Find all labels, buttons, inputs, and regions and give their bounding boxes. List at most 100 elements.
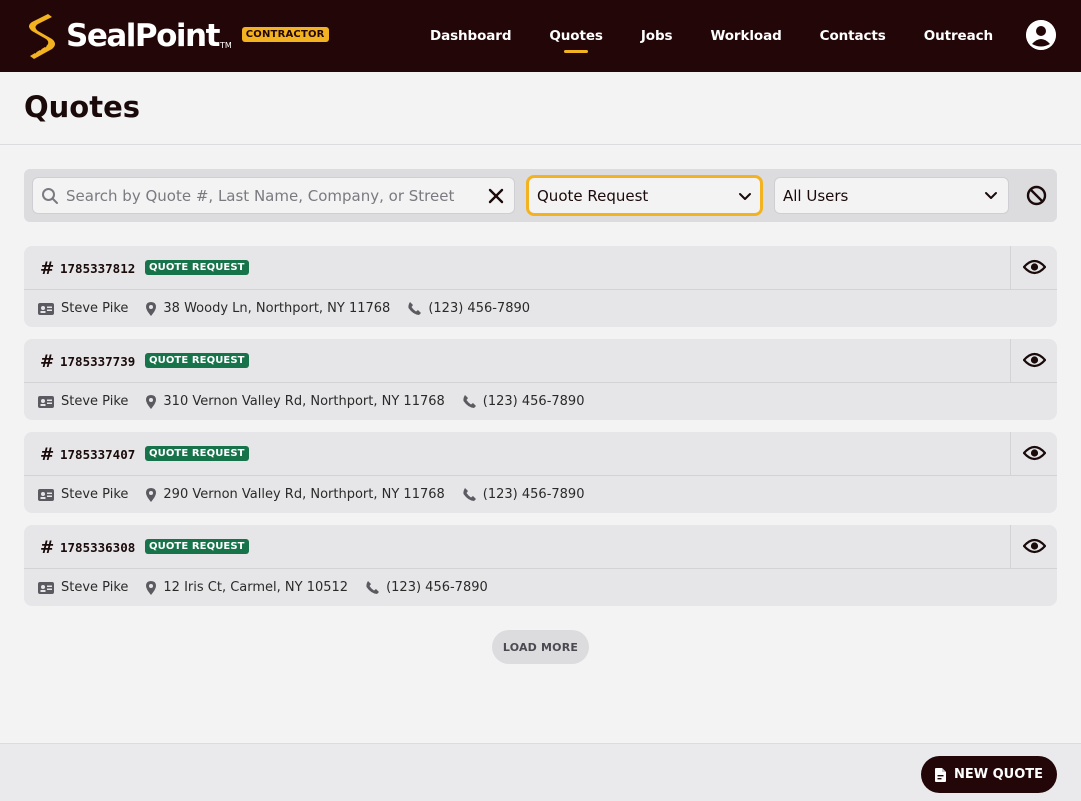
contact-phone: (123) 456-7890 — [408, 301, 530, 316]
contact-phone: (123) 456-7890 — [366, 580, 488, 595]
search-input[interactable] — [66, 186, 476, 205]
contact-address: 310 Vernon Valley Rd, Northport, NY 1176… — [146, 394, 445, 409]
contact-phone-text: (123) 456-7890 — [428, 301, 531, 316]
quote-card-header: # 1785337739 QUOTE REQUEST — [24, 339, 1057, 383]
contact-address: 12 Iris Ct, Carmel, NY 10512 — [146, 580, 348, 595]
search-box — [32, 177, 515, 214]
new-quote-label: NEW QUOTE — [953, 767, 1044, 782]
quote-number[interactable]: 1785336308 — [60, 540, 135, 555]
quote-card[interactable]: # 1785337407 QUOTE REQUEST Steve Pike 29… — [24, 432, 1057, 513]
quote-card-details: Steve Pike 12 Iris Ct, Carmel, NY 10512 … — [24, 569, 1057, 606]
quote-card[interactable]: # 1785337812 QUOTE REQUEST Steve Pike 38… — [24, 246, 1057, 327]
eye-icon — [1023, 445, 1046, 461]
nav-contacts[interactable]: Contacts — [820, 28, 886, 44]
reset-filters-icon[interactable] — [1026, 185, 1047, 206]
status-badge: QUOTE REQUEST — [145, 353, 249, 368]
status-filter-select[interactable]: Quote Request — [526, 175, 763, 216]
view-quote-button[interactable] — [1010, 246, 1057, 290]
chevron-down-icon — [985, 192, 997, 199]
user-filter-value: All Users — [783, 186, 849, 205]
status-badge: QUOTE REQUEST — [145, 446, 249, 461]
filter-bar: Quote Request All Users — [24, 169, 1057, 222]
map-pin-icon — [146, 394, 157, 409]
nav-jobs[interactable]: Jobs — [641, 28, 673, 44]
main-nav: Dashboard Quotes Jobs Workload Contacts … — [392, 0, 993, 72]
contact-name: Steve Pike — [38, 394, 128, 409]
hash-icon: # — [40, 259, 55, 279]
phone-icon — [463, 488, 476, 501]
nav-quotes[interactable]: Quotes — [549, 28, 603, 53]
id-card-icon — [38, 581, 54, 594]
id-card-icon — [38, 395, 54, 408]
contact-address-text: 12 Iris Ct, Carmel, NY 10512 — [163, 580, 349, 595]
brand-name: SealPoint — [66, 18, 220, 54]
contact-address-text: 290 Vernon Valley Rd, Northport, NY 1176… — [163, 487, 445, 502]
status-badge: QUOTE REQUEST — [145, 539, 249, 554]
quote-card-details: Steve Pike 38 Woody Ln, Northport, NY 11… — [24, 290, 1057, 327]
contact-address-text: 38 Woody Ln, Northport, NY 11768 — [163, 301, 391, 316]
page-header: Quotes — [0, 72, 1081, 145]
load-more-button[interactable]: LOAD MORE — [492, 630, 589, 664]
contact-name-text: Steve Pike — [61, 394, 129, 409]
eye-icon — [1023, 259, 1046, 275]
contact-phone: (123) 456-7890 — [463, 487, 584, 502]
contact-address: 290 Vernon Valley Rd, Northport, NY 1176… — [146, 487, 445, 502]
quote-card-details: Steve Pike 310 Vernon Valley Rd, Northpo… — [24, 383, 1057, 420]
quote-card-header: # 1785336308 QUOTE REQUEST — [24, 525, 1057, 569]
contact-name-text: Steve Pike — [61, 580, 129, 595]
search-icon — [42, 187, 58, 204]
nav-outreach[interactable]: Outreach — [924, 28, 993, 44]
nav-workload[interactable]: Workload — [710, 28, 781, 44]
quote-card-header: # 1785337407 QUOTE REQUEST — [24, 432, 1057, 476]
contact-address: 38 Woody Ln, Northport, NY 11768 — [146, 301, 390, 316]
quote-card[interactable]: # 1785337739 QUOTE REQUEST Steve Pike 31… — [24, 339, 1057, 420]
chevron-down-icon — [739, 193, 751, 200]
user-circle-icon — [1026, 20, 1056, 50]
top-navbar: SealPoint TM CONTRACTOR Dashboard Quotes… — [0, 0, 1081, 72]
id-card-icon — [38, 302, 54, 315]
new-quote-button[interactable]: NEW QUOTE — [921, 756, 1057, 793]
status-filter-value: Quote Request — [537, 186, 649, 205]
contact-name-text: Steve Pike — [61, 487, 129, 502]
status-badge: QUOTE REQUEST — [145, 260, 249, 275]
quote-card-header: # 1785337812 QUOTE REQUEST — [24, 246, 1057, 290]
phone-icon — [408, 302, 422, 315]
sealpoint-logo-icon — [29, 14, 55, 59]
clear-search-icon[interactable] — [488, 188, 504, 204]
file-icon — [934, 767, 946, 782]
quote-number[interactable]: 1785337812 — [60, 261, 135, 276]
hash-icon: # — [40, 445, 55, 465]
page-title: Quotes — [24, 90, 141, 124]
phone-icon — [463, 395, 476, 408]
phone-icon — [366, 581, 380, 594]
quote-card[interactable]: # 1785336308 QUOTE REQUEST Steve Pike 12… — [24, 525, 1057, 606]
hash-icon: # — [40, 538, 55, 558]
quote-card-details: Steve Pike 290 Vernon Valley Rd, Northpo… — [24, 476, 1057, 513]
contractor-badge: CONTRACTOR — [241, 26, 329, 42]
quote-number[interactable]: 1785337739 — [60, 354, 135, 369]
view-quote-button[interactable] — [1010, 339, 1057, 383]
nav-dashboard[interactable]: Dashboard — [430, 28, 512, 44]
contact-phone-text: (123) 456-7890 — [386, 580, 488, 595]
quote-number[interactable]: 1785337407 — [60, 447, 135, 462]
view-quote-button[interactable] — [1010, 432, 1057, 476]
contact-address-text: 310 Vernon Valley Rd, Northport, NY 1176… — [163, 394, 445, 409]
brand-logo[interactable]: SealPoint TM CONTRACTOR — [24, 12, 329, 60]
brand-trademark: TM — [219, 41, 232, 50]
contact-name: Steve Pike — [38, 580, 128, 595]
eye-icon — [1023, 538, 1046, 554]
eye-icon — [1023, 352, 1046, 368]
id-card-icon — [38, 488, 54, 501]
user-filter-select[interactable]: All Users — [774, 177, 1009, 214]
contact-name-text: Steve Pike — [61, 301, 129, 316]
map-pin-icon — [146, 487, 157, 502]
contact-phone: (123) 456-7890 — [463, 394, 585, 409]
contact-phone-text: (123) 456-7890 — [482, 394, 585, 409]
footer-bar: NEW QUOTE — [0, 743, 1081, 801]
contact-name: Steve Pike — [38, 487, 128, 502]
user-avatar[interactable] — [1026, 20, 1056, 50]
hash-icon: # — [40, 352, 55, 372]
view-quote-button[interactable] — [1010, 525, 1057, 569]
map-pin-icon — [146, 580, 157, 595]
contact-name: Steve Pike — [38, 301, 128, 316]
